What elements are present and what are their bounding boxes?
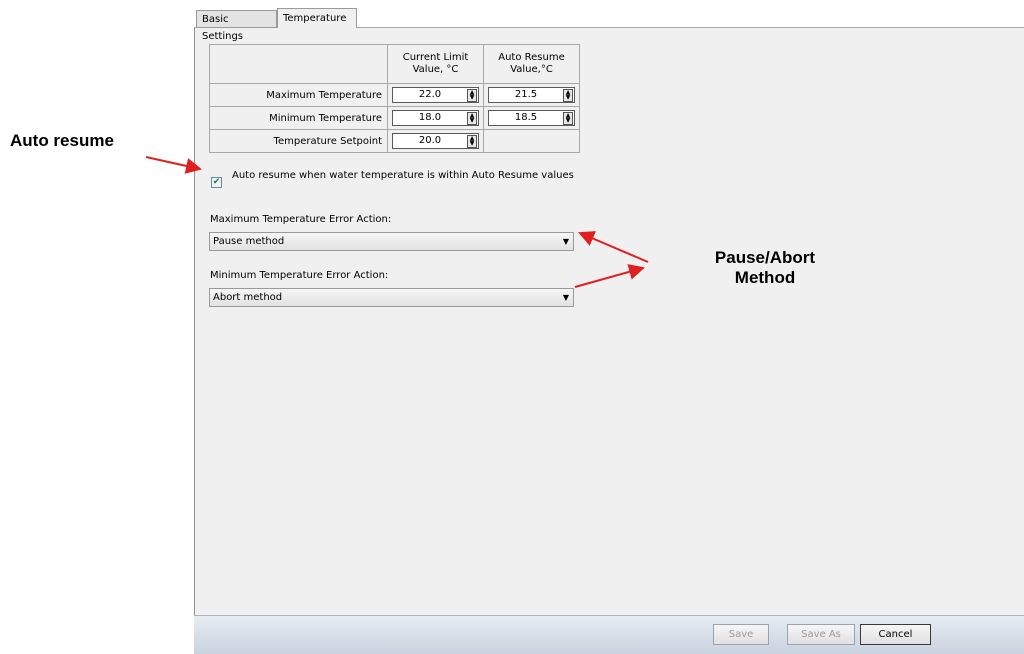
arrow-to-checkbox: [145, 156, 202, 174]
arrow-to-min-dropdown: [574, 264, 645, 288]
arrow-to-max-dropdown: [578, 231, 649, 263]
annotation-arrows: [145, 156, 649, 288]
